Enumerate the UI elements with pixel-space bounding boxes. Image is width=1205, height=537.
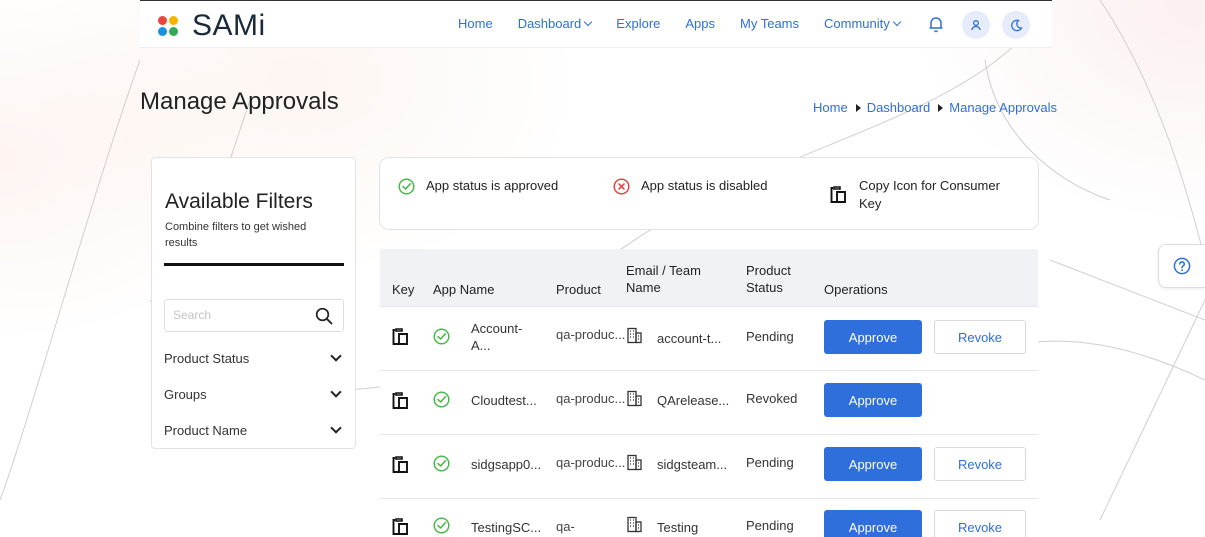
nav-dashboard[interactable]: Dashboard xyxy=(518,16,593,31)
chevron-down-icon xyxy=(330,350,342,362)
building-icon xyxy=(627,454,642,471)
product-name: qa-produc... xyxy=(556,391,626,406)
nav-my-teams[interactable]: My Teams xyxy=(740,16,799,31)
nav-apps[interactable]: Apps xyxy=(685,16,715,31)
check-circle-icon xyxy=(433,455,450,472)
team-name: account-t... xyxy=(657,331,722,346)
col-operations: Operations xyxy=(824,282,888,297)
approve-button[interactable]: Approve xyxy=(824,383,922,417)
product-name: qa- xyxy=(556,519,575,534)
chevron-down-icon xyxy=(330,422,342,434)
chevron-down-icon xyxy=(892,17,902,26)
app-name[interactable]: Account-A... xyxy=(471,320,531,354)
clipboard-icon[interactable] xyxy=(390,390,410,410)
nav-community[interactable]: Community xyxy=(824,16,902,31)
breadcrumb-dashboard[interactable]: Dashboard xyxy=(867,100,931,115)
approve-button[interactable]: Approve xyxy=(824,447,922,481)
col-product-status: Product Status xyxy=(746,263,791,295)
building-icon xyxy=(627,390,642,407)
caret-right-icon xyxy=(855,103,861,112)
check-circle-icon xyxy=(433,391,450,408)
table-row: TestingSC... qa- Testing Pending Approve… xyxy=(380,500,1038,537)
filters-subtitle: Combine filters to get wished results xyxy=(165,221,307,249)
filter-product-status[interactable]: Product Status xyxy=(164,350,344,366)
filters-title: Available Filters xyxy=(165,190,313,213)
status-text: Pending xyxy=(746,455,794,470)
col-product: Product xyxy=(556,282,601,297)
approve-button[interactable]: Approve xyxy=(824,510,922,537)
app-name[interactable]: sidgsapp0... xyxy=(471,456,541,473)
search-box xyxy=(164,299,344,332)
top-navigation-bar: SAMi Home Dashboard Explore Apps My Team… xyxy=(140,0,1052,48)
status-text: Revoked xyxy=(746,391,798,406)
revoke-button[interactable]: Revoke xyxy=(934,510,1026,537)
nav-home[interactable]: Home xyxy=(458,16,493,31)
filters-panel: Available Filters Combine filters to get… xyxy=(151,157,356,449)
table-row: Account-A... qa-produc... account-t... P… xyxy=(380,308,1038,371)
col-email-team: Email / Team Name xyxy=(626,263,701,295)
clipboard-icon xyxy=(830,186,846,203)
revoke-button[interactable]: Revoke xyxy=(934,320,1026,354)
app-name[interactable]: Cloudtest... xyxy=(471,392,537,409)
chevron-down-icon xyxy=(584,17,593,26)
caret-right-icon xyxy=(938,103,944,112)
check-circle-icon xyxy=(398,178,415,195)
search-input[interactable] xyxy=(173,308,293,322)
col-app-name: App Name xyxy=(433,282,495,297)
breadcrumb-current[interactable]: Manage Approvals xyxy=(949,100,1057,115)
product-name: qa-produc... xyxy=(556,327,626,342)
status-legend: App status is approved App status is dis… xyxy=(379,157,1039,230)
building-icon xyxy=(627,327,642,344)
approvals-table: Key App Name Product Email / Team Name P… xyxy=(380,249,1038,537)
app-name[interactable]: TestingSC... xyxy=(471,519,541,536)
logo-mark xyxy=(158,14,180,38)
breadcrumb: Home Dashboard Manage Approvals xyxy=(813,100,1057,115)
nav-explore[interactable]: Explore xyxy=(616,16,660,31)
page-title: Manage Approvals xyxy=(140,88,339,115)
help-icon xyxy=(1173,257,1191,275)
team-name: QArelease... xyxy=(657,393,730,408)
brand-name: SAMi xyxy=(192,9,266,42)
main-nav: Home Dashboard Explore Apps My Teams Com… xyxy=(458,16,925,31)
approve-button[interactable]: Approve xyxy=(824,320,922,354)
search-icon[interactable] xyxy=(315,307,333,325)
table-row: sidgsapp0... qa-produc... sidgsteam... P… xyxy=(380,436,1038,499)
help-button[interactable] xyxy=(1158,244,1205,288)
chevron-down-icon xyxy=(330,386,342,398)
revoke-button[interactable]: Revoke xyxy=(934,447,1026,481)
user-icon[interactable] xyxy=(962,11,990,39)
bell-icon[interactable] xyxy=(928,15,944,38)
x-circle-icon xyxy=(613,178,630,195)
product-name: qa-produc... xyxy=(556,455,626,470)
table-row: Cloudtest... qa-produc... QArelease... R… xyxy=(380,372,1038,435)
legend-approved: App status is approved xyxy=(398,178,558,195)
check-circle-icon xyxy=(433,328,450,345)
filter-product-name[interactable]: Product Name xyxy=(164,422,344,438)
moon-icon[interactable] xyxy=(1002,11,1030,39)
clipboard-icon[interactable] xyxy=(390,454,410,474)
team-name: Testing xyxy=(657,520,699,535)
status-text: Pending xyxy=(746,518,794,533)
col-key: Key xyxy=(392,282,415,297)
team-name: sidgsteam... xyxy=(657,457,728,472)
legend-copy: Copy Icon for Consumer Key xyxy=(828,178,1009,213)
breadcrumb-home[interactable]: Home xyxy=(813,100,848,115)
building-icon xyxy=(627,516,642,533)
check-circle-icon xyxy=(433,517,450,534)
table-header: Key App Name Product Email / Team Name P… xyxy=(380,249,1038,307)
status-text: Pending xyxy=(746,329,794,344)
legend-disabled: App status is disabled xyxy=(613,178,767,195)
filters-divider xyxy=(164,263,344,266)
filter-groups[interactable]: Groups xyxy=(164,386,344,402)
clipboard-icon[interactable] xyxy=(390,516,410,536)
brand-logo[interactable]: SAMi xyxy=(158,9,266,43)
clipboard-icon[interactable] xyxy=(390,326,410,346)
